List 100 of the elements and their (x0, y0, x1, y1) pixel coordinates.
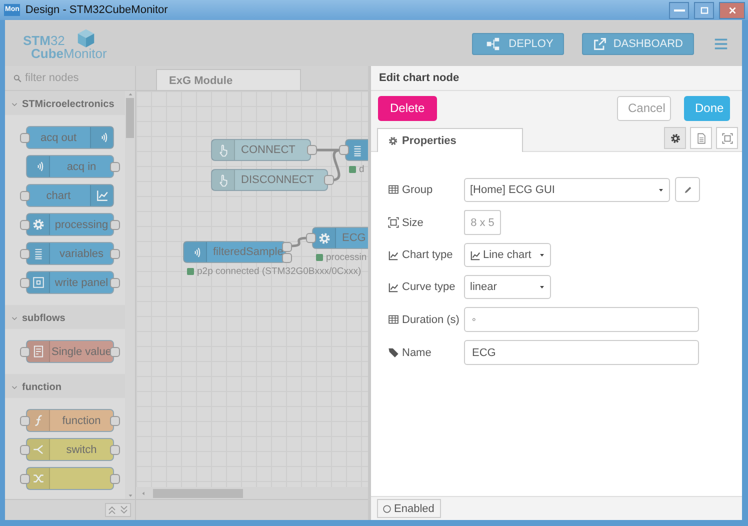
maximize-button[interactable] (694, 2, 714, 18)
flow-tab[interactable]: ExG Module (156, 69, 301, 90)
output-port (110, 248, 120, 258)
done-button[interactable]: Done (684, 96, 730, 120)
select-field[interactable]: Line chart (464, 243, 551, 267)
input-port (20, 444, 30, 454)
palette-node[interactable]: acq out (26, 126, 114, 149)
palette-node[interactable]: processing (26, 213, 114, 236)
scroll-thumb[interactable] (153, 488, 243, 498)
palette-node[interactable]: function (26, 409, 114, 432)
scroll-thumb[interactable] (126, 98, 134, 138)
input-port (20, 248, 30, 258)
output-port (324, 175, 334, 185)
status-text: p2p connected (STM32G0Bxxx/0Cxxx) (197, 266, 362, 277)
tab-button[interactable] (716, 127, 738, 149)
menu-icon[interactable] (714, 37, 728, 51)
circle-icon (382, 504, 392, 514)
output-port (110, 444, 120, 454)
cube-icon (76, 28, 96, 48)
field-label: Curve type (402, 281, 456, 293)
hand-icon (216, 144, 230, 156)
delete-button[interactable]: Delete (378, 96, 437, 120)
select-field[interactable]: [Home] ECG GUI (464, 178, 670, 202)
output-port (110, 278, 120, 288)
table-icon (388, 184, 399, 195)
input-port (20, 346, 30, 356)
connector-wire (290, 236, 308, 248)
close-button[interactable] (719, 2, 745, 18)
double-chevron-up-icon (106, 504, 118, 516)
input-field[interactable]: ◦ (464, 307, 699, 332)
palette-node[interactable]: chart (26, 184, 114, 207)
palette-node[interactable]: acq in (26, 155, 114, 178)
enabled-toggle[interactable]: Enabled (377, 499, 442, 518)
filter-field[interactable]: filter nodes (25, 72, 125, 84)
select-field[interactable]: linear (464, 275, 551, 299)
search-icon (13, 74, 22, 82)
input-port (20, 190, 30, 200)
input-field[interactable]: ECG (464, 340, 699, 365)
field-label: Duration (s) (402, 314, 460, 326)
flow-node[interactable]: DISCONNECT (211, 169, 328, 191)
output-port (110, 416, 120, 426)
palette-node[interactable]: variables (26, 242, 114, 265)
palette-node[interactable] (26, 467, 114, 490)
output-port (110, 474, 120, 484)
dashboard-button[interactable]: DASHBOARD (582, 33, 694, 55)
palette-node[interactable]: switch (26, 438, 114, 461)
panel-icon (32, 276, 44, 289)
branch-icon (32, 443, 44, 456)
category-header[interactable]: subflows (5, 307, 125, 329)
output-port (307, 145, 317, 155)
flow-node[interactable]: filteredSample (183, 241, 286, 263)
table-icon (388, 314, 399, 325)
deploy-button[interactable]: DEPLOY (472, 33, 564, 55)
logo-text: STM32 (23, 35, 66, 48)
panel-title: Edit chart node (371, 66, 742, 91)
tag-icon (388, 347, 399, 358)
category-header[interactable]: STMicroelectronics (5, 93, 125, 115)
edit-button[interactable] (675, 177, 700, 202)
status-text: processin (326, 252, 367, 263)
line-chart-icon (470, 250, 481, 260)
tab-button[interactable] (690, 127, 712, 149)
input-port (20, 474, 30, 484)
size-button[interactable]: 8 x 5 (464, 210, 501, 235)
line-chart-icon (96, 189, 108, 202)
category-header[interactable]: function (5, 376, 125, 398)
collapse-buttons[interactable] (105, 503, 131, 517)
input-port (20, 220, 30, 230)
window-title: Design - STM32CubeMonitor (25, 4, 168, 16)
palette-node[interactable]: Single value (26, 340, 114, 363)
scroll-bar[interactable] (125, 91, 135, 499)
caret-icon (538, 251, 546, 259)
input-port (20, 416, 30, 426)
field-label: Name (402, 346, 432, 358)
flow-node[interactable]: ECG (312, 227, 368, 249)
field-label: Size (402, 216, 424, 228)
gear-icon (318, 232, 330, 244)
cancel-button[interactable]: Cancel (617, 96, 671, 120)
logo-text: CubeMonitor (30, 48, 107, 60)
properties-tab[interactable]: Properties (377, 128, 523, 152)
document-icon (696, 132, 706, 144)
gear-icon (388, 136, 398, 146)
hand-icon (216, 174, 230, 186)
external-link-icon (593, 37, 608, 51)
scroll-left-icon (140, 490, 147, 496)
minimize-button[interactable] (669, 2, 689, 18)
close-icon (726, 4, 738, 16)
palette-node[interactable]: write panel (26, 271, 114, 294)
status-text: d (359, 164, 364, 175)
frame-icon (722, 132, 732, 144)
tab-button[interactable] (664, 127, 686, 149)
field-label: Chart type (402, 249, 453, 261)
maximize-icon (698, 4, 710, 16)
flow-node[interactable]: CONNECT (211, 139, 311, 161)
gear-icon (32, 218, 44, 231)
double-chevron-down-icon (118, 504, 130, 516)
output-port (110, 162, 120, 172)
input-port (20, 132, 30, 142)
output-port (110, 220, 120, 230)
gear-icon (670, 132, 680, 144)
input-port (339, 145, 349, 155)
